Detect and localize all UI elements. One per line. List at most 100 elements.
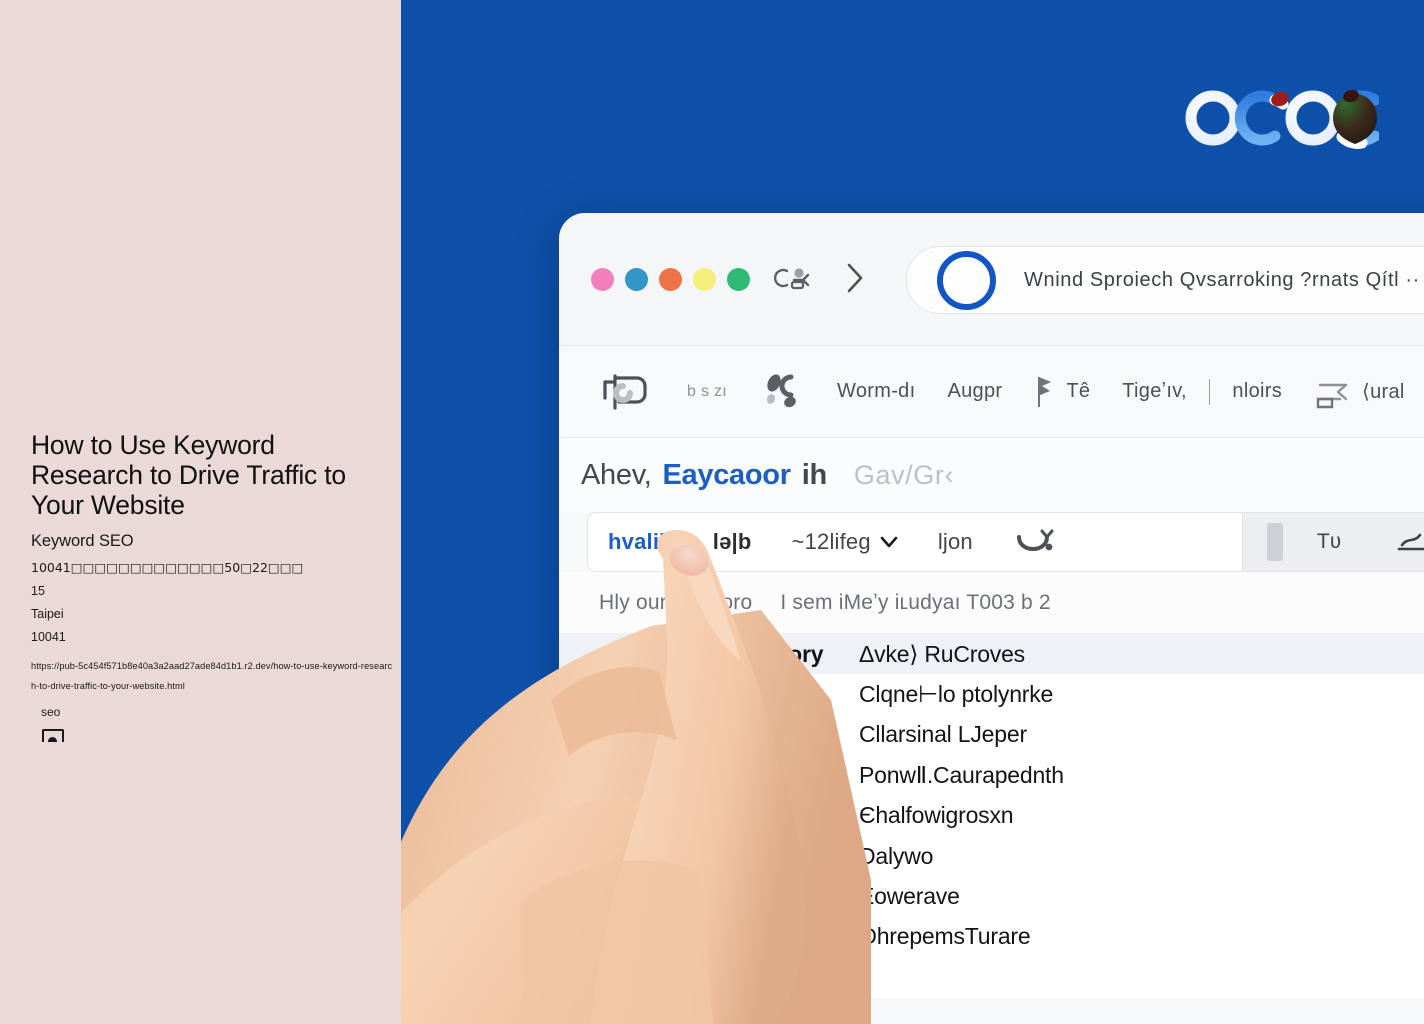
cell-difficulty: Nillv <box>773 923 821 950</box>
toolbar-item-te[interactable]: Tê <box>1018 374 1106 410</box>
cell-volume: 8I 00K <box>625 721 691 748</box>
cell-keyword: OhrepemsTurare <box>859 923 1031 950</box>
cell-difficulty: Byrɣ <box>773 681 824 708</box>
toolbar-item-nloirs[interactable]: nloirs <box>1216 380 1298 403</box>
toolbar-item-te-label: Tê <box>1066 380 1091 402</box>
trend-arrow-icon: ▸ <box>745 767 753 785</box>
heading-part-b: Eaycaoor <box>662 458 791 491</box>
heading-part-c: ih <box>801 458 827 491</box>
table-row[interactable]: 32 00K ▸ Bory Eowerave <box>559 876 1424 916</box>
toolbar-item-tigeiv[interactable]: Tigeʼıv, <box>1106 380 1203 403</box>
cell-volume: 80 00K <box>625 761 698 788</box>
table-row[interactable]: 8I 00K ▸ Egry Cllarsinal LJeper <box>559 715 1424 755</box>
cell-volume: 17 00Ꮶ <box>625 842 697 869</box>
cell-keyword: Eowerave <box>859 883 960 910</box>
toolbar-item-bszi[interactable]: b s zı <box>671 383 743 401</box>
filter-item-excieton[interactable]: Excieton₁ <box>1376 529 1424 555</box>
table-row[interactable]: 82 00K ▸ Bury Єhalfowigrosxn <box>559 796 1424 836</box>
cell-keyword: Clqne⊢lo ptolynrke <box>859 681 1054 708</box>
table-row[interactable]: S0 00K ▸ Nillv OhrepemsTurare <box>559 917 1424 957</box>
filter-item-12lifeg-label: ~12lifeg <box>791 529 871 554</box>
filter-bar[interactable]: hvalih lǝ|b ~12lifeg ljon Tʋ <box>587 512 1424 572</box>
cell-volume: 8Ⅰ 00K <box>625 963 692 990</box>
app-toolbar[interactable]: b s zı Worm‑dı Augpr Tê Tigeʼıv, nloirs … <box>559 346 1424 438</box>
return-arrow-icon[interactable] <box>993 525 1079 559</box>
trend-arrow-icon: ▸ <box>745 848 753 866</box>
table-row[interactable]: 68 00K ▸ Eory Δvke⟩ RuCroves <box>559 634 1424 675</box>
horizontal-scrollbar[interactable] <box>1266 523 1283 561</box>
footprint-icon[interactable] <box>743 369 821 415</box>
page-heading-row: Ahev, Eaycaoor ih Gav/Gr‹ <box>559 438 1424 512</box>
filter-item-lion[interactable]: ljon <box>918 529 993 555</box>
cell-volume: 82 00K <box>625 802 698 829</box>
cell-keyword: Cllarsinal LJeper <box>859 721 1027 748</box>
window-dot-green[interactable] <box>727 268 750 291</box>
table-row[interactable]: 80 00K ▸ Bylɣ PonwⅡ.Caurapednth <box>559 755 1424 795</box>
cell-volume: 68 00K <box>625 640 698 667</box>
table-header-row: Hly ounⅠ Roro I sem iMeʼy iʟudyaı T003 b… <box>559 572 1424 634</box>
trend-arrow-icon: ▸ <box>745 969 753 987</box>
filter-item-lab[interactable]: lǝ|b <box>693 529 772 555</box>
cell-volume: 13 00K <box>625 681 698 708</box>
col-header-hly-ount[interactable]: Hly ounⅠ <box>599 590 678 615</box>
cell-difficulty: Bury <box>773 802 825 829</box>
table-row[interactable]: 17 00Ꮶ ▸ Rylɣ Dalywo <box>559 836 1424 876</box>
cell-difficulty: Bylɣ <box>773 761 821 788</box>
trend-arrow-icon: ▸ <box>745 888 753 906</box>
cell-volume: S0 00K <box>625 923 700 950</box>
col-header-roro[interactable]: Roro <box>706 591 752 615</box>
filter-item-12lifeg[interactable]: ~12lifeg <box>772 529 918 555</box>
article-block: How to Use Keyword Research to Drive Tra… <box>31 430 393 696</box>
address-bar-text[interactable]: Wnind Sproiech Qvsarroking ?rnats Qítl ·… <box>1024 269 1424 292</box>
bracket-icon <box>1316 383 1348 408</box>
flag-icon <box>1038 376 1052 407</box>
address-bar[interactable]: Wnind Sproiech Qvsarroking ?rnats Qítl ·… <box>906 246 1424 314</box>
cell-keyword: Єhalfowigrosxn <box>859 802 1014 829</box>
heading-part-d: Gav/Gr‹ <box>853 459 955 490</box>
chevron-right-icon[interactable] <box>844 261 866 295</box>
article-meta-number: 15 <box>31 584 45 598</box>
page-title: How to Use Keyword Research to Drive Tra… <box>31 430 346 520</box>
navigation-controls[interactable] <box>774 261 866 295</box>
article-subtitle: Keyword SEO <box>31 532 134 550</box>
cell-difficulty: Eory <box>773 640 824 667</box>
trend-arrow-icon: ▸ <box>745 646 753 664</box>
brand-logo <box>1185 89 1379 149</box>
blue-stage: Wnind Sproiech Qvsarroking ?rnats Qítl ·… <box>401 0 1424 1024</box>
article-meta-postcode: 10041 <box>31 630 66 644</box>
heading-part-a: Ahev, <box>581 458 652 491</box>
window-dot-orange[interactable] <box>659 268 682 291</box>
trend-arrow-icon: ▸ <box>745 928 753 946</box>
article-tag-seo[interactable]: seo <box>41 705 60 719</box>
table-row[interactable]: 13 00K ↦ Byrɣ Clqne⊢lo ptolynrke <box>559 674 1424 714</box>
export-icon <box>1397 533 1424 551</box>
back-forward-icon[interactable] <box>774 263 814 293</box>
trend-arrow-icon: ▸ <box>745 726 753 744</box>
filter-item-hvalih[interactable]: hvalih <box>588 529 693 555</box>
article-meta-address: 10041□□□□□□□□□□□□□50□22□□□ <box>31 560 304 575</box>
keyword-results-table: 68 00K ▸ Eory Δvke⟩ RuCroves 13 00K ↦ Byrɣ Clqn… <box>559 634 1424 998</box>
toolbar-item-kural[interactable]: ⟨ural <box>1298 375 1421 409</box>
search-ring-icon <box>937 250 996 310</box>
window-dot-pink[interactable] <box>591 268 614 291</box>
table-row[interactable]: 8Ⅰ 00K ▸ <box>559 957 1424 997</box>
col-header-sem-imey[interactable]: I sem iMeʼy iʟudyaı T003 b 2 <box>780 591 1050 615</box>
window-dot-blue[interactable] <box>625 268 648 291</box>
toolbar-item-wormdi[interactable]: Worm‑dı <box>821 380 931 403</box>
article-panel: How to Use Keyword Research to Drive Tra… <box>0 0 401 1024</box>
article-meta-city: Taipei <box>31 607 64 621</box>
cell-keyword: Δvke⟩ RuCroves <box>859 640 1025 667</box>
filter-bar-tail[interactable]: Tʋ Excieton₁ <box>1241 513 1424 571</box>
lqp-logo-icon[interactable] <box>581 368 671 416</box>
cell-keyword: PonwⅡ.Caurapednth <box>859 761 1064 788</box>
toolbar-separator <box>1208 378 1211 405</box>
filter-item-tk[interactable]: Tʋ <box>1297 530 1362 554</box>
window-controls[interactable] <box>591 268 750 291</box>
trend-arrow-icon: ▸ <box>745 807 753 825</box>
toolbar-item-augpr[interactable]: Augpr <box>931 380 1018 403</box>
article-url[interactable]: https://pub-5c454f571b8e40a3a2aad27ade84… <box>31 656 393 696</box>
cell-keyword: Dalywo <box>859 842 934 869</box>
trend-arrow-icon: ↦ <box>745 686 758 704</box>
window-dot-yellow[interactable] <box>693 268 716 291</box>
toolbar-item-kural-label: ⟨ural <box>1362 381 1405 403</box>
